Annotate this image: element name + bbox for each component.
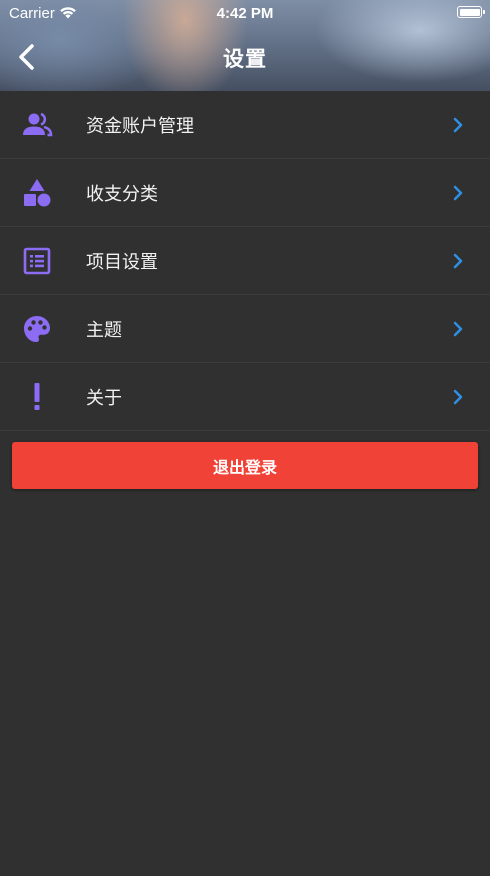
- chevron-right-icon: [453, 253, 463, 268]
- settings-menu: 资金账户管理 收支分类 项目设置 主题 关于: [0, 91, 490, 431]
- status-bar: Carrier 4:42 PM: [0, 0, 490, 26]
- list-icon: [21, 245, 53, 277]
- chevron-right-icon: [453, 117, 463, 132]
- logout-button[interactable]: 退出登录: [12, 442, 478, 489]
- menu-item-projects[interactable]: 项目设置: [0, 227, 490, 295]
- menu-item-about[interactable]: 关于: [0, 363, 490, 431]
- menu-item-label: 关于: [86, 387, 122, 409]
- shapes-icon: [21, 177, 53, 209]
- people-icon: [21, 109, 53, 141]
- palette-icon: [21, 313, 53, 345]
- menu-item-categories[interactable]: 收支分类: [0, 159, 490, 227]
- header: Carrier 4:42 PM 设置: [0, 0, 490, 91]
- exclamation-icon: [21, 381, 53, 413]
- chevron-right-icon: [453, 321, 463, 336]
- chevron-right-icon: [453, 185, 463, 200]
- menu-item-label: 收支分类: [86, 183, 158, 205]
- battery-icon: [457, 6, 485, 18]
- menu-item-label: 项目设置: [86, 251, 158, 273]
- status-time: 4:42 PM: [216, 5, 274, 22]
- page-title: 设置: [223, 47, 267, 71]
- menu-item-theme[interactable]: 主题: [0, 295, 490, 363]
- menu-item-accounts[interactable]: 资金账户管理: [0, 91, 490, 159]
- chevron-right-icon: [453, 389, 463, 404]
- menu-item-label: 资金账户管理: [86, 115, 194, 137]
- menu-item-label: 主题: [86, 319, 122, 341]
